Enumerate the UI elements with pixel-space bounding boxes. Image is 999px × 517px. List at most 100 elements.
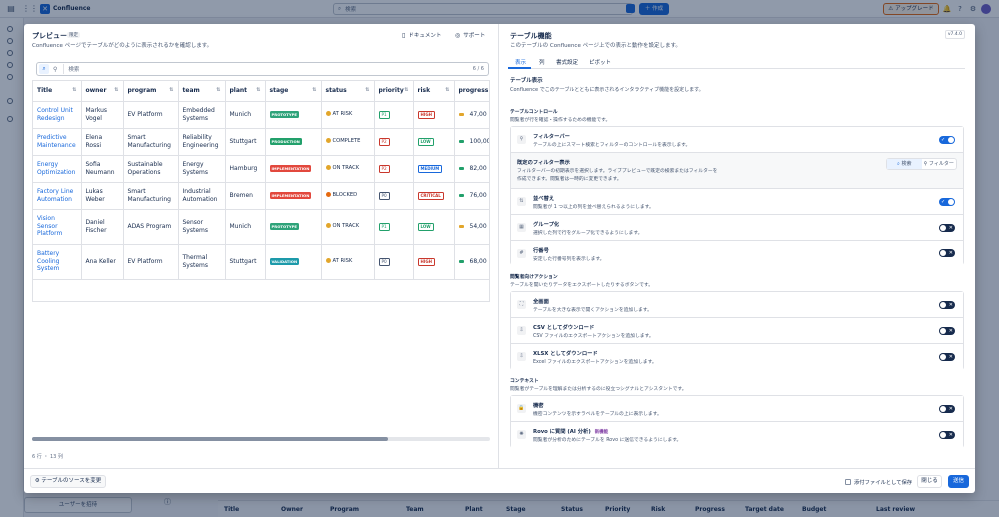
- cell-program: EV Platform: [123, 101, 179, 129]
- stage-pill: PROTOTYPE: [269, 222, 299, 230]
- xlsx-toggle[interactable]: ✕: [939, 353, 955, 361]
- cell-owner: Sofia Neumann: [81, 155, 124, 183]
- horizontal-scrollbar[interactable]: [32, 437, 490, 441]
- column-header-priority[interactable]: priority ⇅: [374, 81, 414, 102]
- program-text: Sustainable Operations: [127, 161, 163, 176]
- segment-search[interactable]: ⌕ 検索: [887, 159, 922, 169]
- cell-priority: P0: [374, 182, 414, 210]
- sort-icon[interactable]: ⇅: [72, 87, 76, 93]
- column-header-status[interactable]: status ⇅: [321, 81, 375, 102]
- column-header-risk[interactable]: risk ⇅: [413, 81, 455, 102]
- search-mode-icon[interactable]: ⌕: [39, 64, 49, 74]
- column-header-progress[interactable]: progress⇅: [454, 81, 489, 102]
- sort-toggle[interactable]: ✓: [939, 198, 955, 206]
- priority-badge: P0: [378, 191, 390, 200]
- cell-status: ON TRACK: [321, 209, 375, 245]
- cell-owner: Daniel Fischer: [81, 209, 124, 245]
- support-link[interactable]: ◎ サポート: [455, 31, 485, 40]
- grouping-toggle[interactable]: ✕: [939, 224, 955, 232]
- table-row[interactable]: Vision Sensor Platform Daniel Fischer ADAS…: [33, 209, 489, 245]
- filter-mode-icon[interactable]: ⚲: [53, 66, 57, 73]
- settings-tabs: 表示 列 書式設定 ピボット: [508, 56, 965, 69]
- stage-pill: IMPLEMENTATION: [269, 164, 312, 172]
- plant-text: Stuttgart: [229, 137, 257, 145]
- documentation-link[interactable]: ▯ ドキュメント: [402, 31, 441, 40]
- table-search-input[interactable]: 検索: [68, 65, 79, 73]
- setting-description: CSV ファイルのエクスポートアクションを追加します。: [533, 334, 654, 339]
- table-row[interactable]: Energy Optimization Sofia Neumann Sustaina…: [33, 155, 489, 183]
- progress-text: 54,00: [469, 222, 487, 230]
- row-numbers-toggle[interactable]: ✕: [939, 249, 955, 257]
- column-header-owner[interactable]: owner ⇅: [81, 81, 124, 102]
- default-filter-segmented-control: ⌕ 検索 ⚲ フィルター: [886, 158, 957, 170]
- setting-title: グループ化: [533, 222, 560, 228]
- cell-progress: 47,00: [454, 101, 489, 129]
- fullscreen-toggle[interactable]: ✕: [939, 301, 955, 309]
- scrollbar-thumb[interactable]: [32, 437, 388, 441]
- save-attachment-checkbox[interactable]: [845, 479, 851, 485]
- result-count: 6 / 6: [472, 66, 484, 72]
- close-button[interactable]: 閉じる: [917, 475, 942, 488]
- setting-description-2: 作成できます。閲覧者は一時的に変更できます。: [517, 177, 622, 182]
- plant-text: Bremen: [229, 191, 253, 199]
- setting-description: 閲覧者が 1 つ以上の列を並べ替えられるようにします。: [533, 205, 654, 210]
- status-text: BLOCKED: [332, 192, 358, 199]
- submit-button[interactable]: 送信: [948, 475, 969, 488]
- setting-title: 並べ替え: [533, 196, 555, 202]
- sort-icon[interactable]: ⇅: [445, 87, 449, 93]
- sort-icon[interactable]: ⇅: [404, 87, 408, 93]
- table-row[interactable]: Control Unit Redesign Markus Vogel EV Plat…: [33, 101, 489, 129]
- column-header-title[interactable]: Title ⇅: [33, 81, 82, 102]
- title-link: Energy Optimization: [37, 161, 76, 176]
- cell-stage: IMPLEMENTATION: [265, 182, 322, 210]
- tab-display[interactable]: 表示: [515, 58, 526, 66]
- cell-stage: PROTOTYPE: [265, 209, 322, 245]
- cell-owner: Markus Vogel: [81, 101, 124, 129]
- progress-text: 68,00: [469, 257, 487, 265]
- cell-program: Smart Manufacturing: [123, 128, 179, 156]
- column-header-program[interactable]: program ⇅: [123, 81, 179, 102]
- program-text: EV Platform: [127, 257, 163, 265]
- table-row[interactable]: Predictive Maintenance Elena Rossi Smart M…: [33, 128, 489, 156]
- cell-title[interactable]: Predictive Maintenance: [33, 128, 82, 156]
- setting-description: Excel ファイルのエクスポートアクションを追加します。: [533, 360, 657, 365]
- column-header-stage[interactable]: stage ⇅: [265, 81, 322, 102]
- column-header-team[interactable]: team ⇅: [178, 81, 226, 102]
- sort-icon[interactable]: ⇅: [114, 87, 118, 93]
- save-attachment-label[interactable]: 添付ファイルとして保存: [854, 478, 912, 486]
- sort-icon[interactable]: ⇅: [365, 87, 369, 93]
- change-source-button[interactable]: ⚙ テーブルのソースを変更: [30, 475, 106, 488]
- cell-program: Sustainable Operations: [123, 155, 179, 183]
- sort-icon[interactable]: ⇅: [169, 87, 173, 93]
- table-row[interactable]: Battery Cooling System Ana Keller EV Platf…: [33, 244, 489, 280]
- cell-title[interactable]: Energy Optimization: [33, 155, 82, 183]
- team-text: Reliability Engineering: [182, 134, 219, 149]
- cell-title[interactable]: Vision Sensor Platform: [33, 209, 82, 245]
- table-row[interactable]: Factory Line Automation Lukas Weber Smart …: [33, 182, 489, 210]
- preview-table: Title ⇅ owner ⇅ program ⇅ team ⇅ plant ⇅ stage ⇅ sta…: [32, 80, 490, 302]
- sort-icon[interactable]: ⇅: [216, 87, 220, 93]
- sort-icon[interactable]: ⇅: [256, 87, 260, 93]
- controls-group: ⚲ フィルターバー テーブルの上にスマート検索とフィルターのコントロールを表示し…: [510, 126, 964, 265]
- column-header-plant[interactable]: plant ⇅: [225, 81, 266, 102]
- owner-text: Lukas Weber: [85, 188, 105, 203]
- filter-bar-toggle[interactable]: ✓: [939, 136, 955, 144]
- program-text: ADAS Program: [127, 222, 172, 230]
- cell-plant: Bremen: [225, 182, 266, 210]
- status-text: COMPLETE: [332, 138, 361, 145]
- csv-toggle[interactable]: ✕: [939, 327, 955, 335]
- tab-pivot[interactable]: ピボット: [589, 58, 611, 66]
- group-icon: ▦: [517, 223, 526, 232]
- segment-filter[interactable]: ⚲ フィルター: [922, 159, 957, 169]
- cell-risk: MEDIUM: [413, 155, 455, 183]
- rovo-toggle[interactable]: ✕: [939, 431, 955, 439]
- confidential-toggle[interactable]: ✕: [939, 405, 955, 413]
- cell-title[interactable]: Control Unit Redesign: [33, 101, 82, 129]
- cell-title[interactable]: Battery Cooling System: [33, 244, 82, 280]
- sort-icon[interactable]: ⇅: [312, 87, 316, 93]
- column-header-label: priority: [378, 87, 404, 95]
- tab-formatting[interactable]: 書式設定: [556, 58, 578, 66]
- cell-title[interactable]: Factory Line Automation: [33, 182, 82, 210]
- setting-description: テーブルの上にスマート検索とフィルターのコントロールを表示します。: [533, 143, 691, 148]
- tab-columns[interactable]: 列: [539, 58, 545, 66]
